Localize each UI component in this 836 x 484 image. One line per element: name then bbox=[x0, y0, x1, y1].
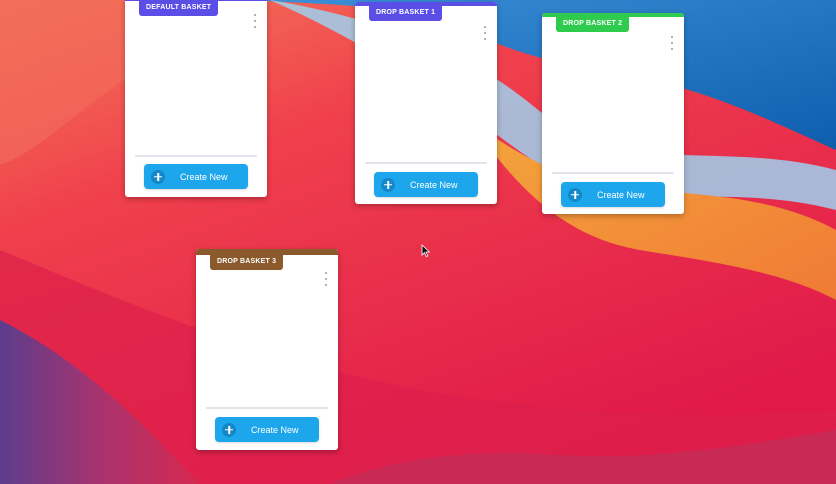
basket-tag: DROP BASKET 2 bbox=[556, 15, 630, 32]
basket-divider bbox=[135, 155, 257, 157]
basket-tag: DROP BASKET 1 bbox=[369, 4, 443, 21]
basket-divider bbox=[552, 172, 674, 174]
drop-basket-2-card[interactable]: DROP BASKET 2 Create New bbox=[542, 13, 684, 214]
basket-divider bbox=[206, 407, 328, 409]
drop-basket-3-card[interactable]: DROP BASKET 3 Create New bbox=[196, 249, 338, 450]
basket-divider bbox=[365, 162, 487, 164]
mouse-cursor-icon bbox=[421, 244, 431, 258]
kebab-icon[interactable] bbox=[481, 26, 489, 40]
create-new-button[interactable]: Create New bbox=[144, 164, 248, 189]
plus-icon bbox=[568, 187, 582, 202]
plus-icon bbox=[381, 177, 395, 192]
kebab-icon[interactable] bbox=[251, 14, 259, 28]
create-new-button[interactable]: Create New bbox=[561, 182, 665, 207]
drop-basket-1-card[interactable]: DROP BASKET 1 Create New bbox=[355, 2, 497, 204]
create-new-label: Create New bbox=[410, 179, 458, 190]
basket-tag: DROP BASKET 3 bbox=[210, 253, 284, 270]
kebab-icon[interactable] bbox=[668, 36, 676, 50]
create-new-button[interactable]: Create New bbox=[215, 417, 319, 442]
kebab-icon[interactable] bbox=[322, 272, 330, 286]
create-new-label: Create New bbox=[251, 424, 299, 435]
create-new-label: Create New bbox=[180, 171, 228, 182]
plus-icon bbox=[151, 169, 165, 184]
create-new-button[interactable]: Create New bbox=[374, 172, 478, 197]
create-new-label: Create New bbox=[597, 189, 645, 200]
plus-icon bbox=[222, 422, 236, 437]
basket-tag: DEFAULT BASKET bbox=[139, 0, 219, 16]
default-basket-card[interactable]: DEFAULT BASKET Create New bbox=[125, 0, 267, 197]
